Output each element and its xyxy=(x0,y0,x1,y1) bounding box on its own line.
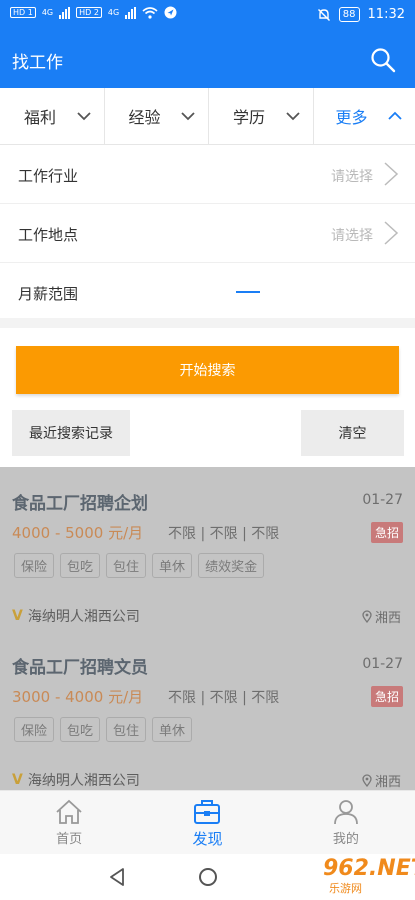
app-bar: 找工作 xyxy=(0,32,415,88)
search-icon[interactable] xyxy=(369,46,397,74)
job-location-text: 湘西 xyxy=(374,611,401,626)
job-tag: 包住 xyxy=(106,717,147,742)
filter-education[interactable]: 学历 xyxy=(209,88,314,144)
company-logo-icon: V xyxy=(12,772,23,788)
job-tag: 保险 xyxy=(14,553,55,578)
job-title: 食品工厂招聘文员 xyxy=(12,658,148,678)
home-icon xyxy=(56,799,82,824)
battery-indicator: 88 xyxy=(338,7,360,22)
chevron-right-icon xyxy=(384,221,399,245)
job-tag: 单休 xyxy=(152,553,193,578)
chevron-down-icon xyxy=(181,112,195,121)
filter-experience-label: 经验 xyxy=(128,108,161,127)
job-requirements: 不限 | 不限 | 不限 xyxy=(168,690,280,706)
filter-experience[interactable]: 经验 xyxy=(105,88,209,144)
nav-discover-label: 发现 xyxy=(192,830,223,848)
company-name: 海纳明人湘西公司 xyxy=(27,773,140,789)
company-info: V 海纳明人湘西公司 xyxy=(12,606,140,626)
chevron-down-icon xyxy=(76,112,91,121)
wifi-icon xyxy=(142,6,158,19)
page-title: 找工作 xyxy=(12,53,63,73)
network-type-1: 4G xyxy=(41,8,54,17)
chevron-right-icon xyxy=(384,162,399,186)
location-placeholder: 请选择 xyxy=(331,228,373,244)
job-tags: 保险 包吃 包住 单休 绩效奖金 xyxy=(14,553,265,578)
filter-more-label: 更多 xyxy=(335,108,368,127)
job-location: 湘西 xyxy=(362,607,401,626)
clear-button[interactable]: 清空 xyxy=(301,410,404,456)
location-pin-icon xyxy=(362,774,372,787)
job-card[interactable]: 食品工厂招聘企划 01-27 4000 - 5000 元/月 不限 | 不限 |… xyxy=(0,467,415,631)
back-icon[interactable] xyxy=(108,867,126,887)
clock: 11:32 xyxy=(367,7,405,22)
job-salary: 3000 - 4000 元/月 xyxy=(12,688,144,706)
nav-home[interactable]: 首页 xyxy=(0,791,138,854)
filter-bar: 福利 经验 学历 更多 xyxy=(0,88,415,145)
watermark-logo: 962.NET 乐游网 xyxy=(283,856,415,898)
salary-label: 月薪范围 xyxy=(18,285,79,303)
nav-profile[interactable]: 我的 xyxy=(277,791,415,854)
job-tag: 保险 xyxy=(14,717,55,742)
network-type-2: 4G xyxy=(107,8,120,17)
recent-search-label: 最近搜索记录 xyxy=(29,426,113,442)
start-search-button[interactable]: 开始搜索 xyxy=(16,346,399,394)
nav-discover[interactable]: 发现 xyxy=(138,791,276,854)
signal-icon xyxy=(59,6,71,19)
urgent-badge: 急招 xyxy=(370,686,403,707)
job-title: 食品工厂招聘企划 xyxy=(12,494,148,514)
urgent-badge: 急招 xyxy=(370,522,403,543)
watermark-text: 962.NET xyxy=(323,856,415,881)
job-requirements: 不限 | 不限 | 不限 xyxy=(168,526,280,542)
filter-more[interactable]: 更多 xyxy=(314,88,415,144)
salary-range-divider xyxy=(236,291,260,293)
nav-profile-label: 我的 xyxy=(332,832,359,847)
home-circle-icon[interactable] xyxy=(199,868,217,886)
hd2-indicator: HD 2 xyxy=(76,7,102,18)
filter-education-label: 学历 xyxy=(233,108,266,127)
job-tags: 保险 包吃 包住 单休 xyxy=(14,717,193,742)
industry-placeholder: 请选择 xyxy=(331,169,373,185)
briefcase-icon xyxy=(194,800,221,824)
job-location: 湘西 xyxy=(362,771,401,790)
signal-icon-2 xyxy=(125,6,137,19)
salary-row[interactable]: 月薪范围 xyxy=(0,263,415,322)
company-logo-icon: V xyxy=(12,608,23,624)
recent-search-button[interactable]: 最近搜索记录 xyxy=(12,410,130,456)
job-tag: 包吃 xyxy=(60,553,101,578)
hd1-indicator: HD 1 xyxy=(10,7,36,18)
job-date: 01-27 xyxy=(362,656,403,672)
filter-welfare[interactable]: 福利 xyxy=(0,88,105,144)
watermark-subtext: 乐游网 xyxy=(329,882,362,895)
job-date: 01-27 xyxy=(362,492,403,508)
industry-label: 工作行业 xyxy=(18,167,79,185)
system-nav-bar: 962.NET 乐游网 xyxy=(0,854,415,900)
location-label: 工作地点 xyxy=(18,226,79,244)
bottom-nav: 首页 发现 我的 xyxy=(0,790,415,854)
job-salary: 4000 - 5000 元/月 xyxy=(12,524,144,542)
profile-icon xyxy=(333,800,358,825)
clear-label: 清空 xyxy=(338,426,367,442)
company-name: 海纳明人湘西公司 xyxy=(27,609,140,625)
location-arrow-icon xyxy=(164,6,177,19)
chevron-down-icon xyxy=(285,112,300,121)
job-location-text: 湘西 xyxy=(374,775,401,790)
filter-welfare-label: 福利 xyxy=(24,108,57,127)
job-tag: 绩效奖金 xyxy=(198,553,265,578)
location-row[interactable]: 工作地点 请选择 xyxy=(0,204,415,263)
section-divider xyxy=(0,318,415,328)
mute-bell-icon xyxy=(317,8,330,21)
company-info: V 海纳明人湘西公司 xyxy=(12,770,140,790)
industry-row[interactable]: 工作行业 请选择 xyxy=(0,145,415,204)
nav-home-label: 首页 xyxy=(56,832,83,847)
job-list: 食品工厂招聘企划 01-27 4000 - 5000 元/月 不限 | 不限 |… xyxy=(0,467,415,790)
job-tag: 包吃 xyxy=(60,717,101,742)
job-tag: 单休 xyxy=(152,717,193,742)
job-tag: 包住 xyxy=(106,553,147,578)
status-bar: HD 1 4G HD 2 4G 88 11:32 xyxy=(0,0,415,32)
location-pin-icon xyxy=(362,610,372,623)
chevron-up-icon xyxy=(388,111,402,120)
job-card[interactable]: 食品工厂招聘文员 01-27 3000 - 4000 元/月 不限 | 不限 |… xyxy=(0,631,415,790)
